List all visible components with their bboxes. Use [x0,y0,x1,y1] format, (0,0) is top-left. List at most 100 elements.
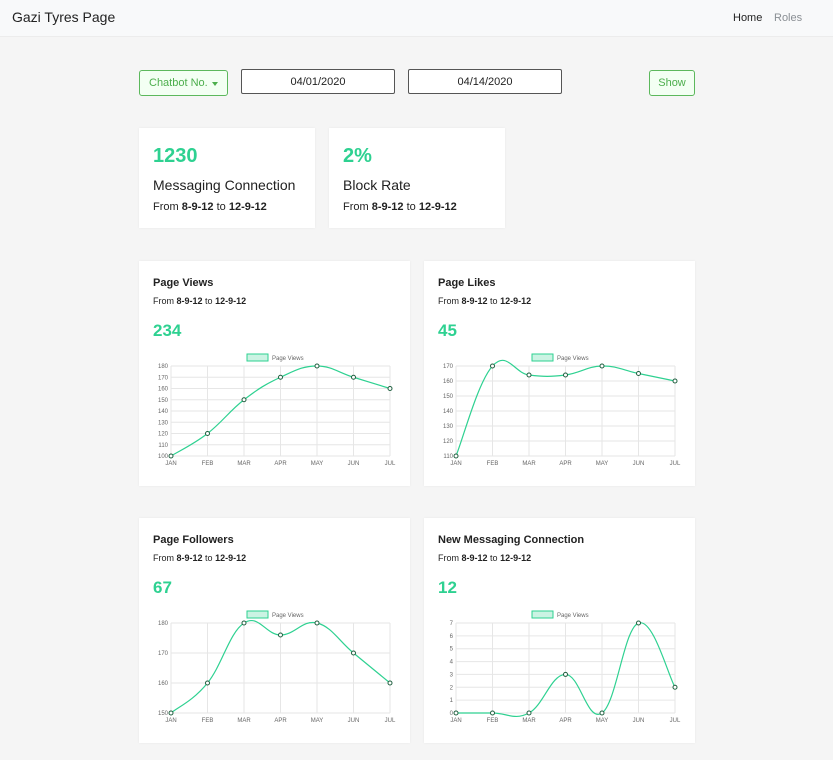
data-point [205,680,210,686]
y-tick-label: 3 [450,672,454,678]
legend-label: Page Views [272,356,304,362]
date-range-from: 8-9-12 [181,201,214,213]
data-point [387,680,393,686]
x-tick-label: MAY [596,461,609,467]
y-tick-label: 100 [158,454,169,460]
y-tick-label: 110 [443,454,453,460]
y-tick-label: 180 [158,621,169,627]
x-tick-label: MAR [522,461,536,467]
line-chart: Page Views 150 160 170 180 JAN FEB MAR APR MAY JUN… [158,610,396,724]
legend-label: Page Views [557,356,589,362]
x-tick-label: APR [274,718,287,724]
x-tick-label: JAN [450,718,461,724]
data-point [599,710,605,716]
data-point [526,372,532,378]
legend-swatch [531,610,554,619]
stat-card-block-rate: 2% Block Rate From 8-9-12 to 12-9-12 [329,128,505,228]
data-point [314,363,320,369]
data-point [453,710,459,716]
nav-home-link[interactable]: Home [733,12,762,24]
y-tick-label: 150 [443,394,454,400]
data-point [351,374,356,380]
y-tick-label: 170 [443,364,454,370]
x-tick-label: MAR [237,718,251,724]
show-button[interactable]: Show [649,70,695,96]
x-tick-label: MAR [237,461,251,467]
legend-swatch [246,353,269,362]
chatbot-dropdown[interactable]: Chatbot No. [139,70,228,96]
y-tick-label: 120 [443,439,454,445]
brand-title[interactable]: Gazi Tyres Page [12,9,115,25]
stat-value: 1230 [153,145,198,167]
data-point [636,620,641,626]
data-point [351,650,356,656]
data-point [563,671,568,677]
date-range-to-word: to [216,201,226,213]
y-tick-label: 6 [450,634,454,640]
data-point [563,372,568,378]
data-point [672,684,678,690]
x-tick-label: JAN [450,461,461,467]
legend-label: Page Views [557,613,589,619]
x-tick-label: APR [559,461,572,467]
date-range: From 8-9-12 to 12-9-12 [153,201,267,213]
chart-card-page-followers: Page Followers From 8-9-12 to 12-9-12 67… [139,518,410,743]
x-tick-label: JUL [670,461,681,467]
y-tick-label: 0 [450,711,454,717]
x-tick-label: JUN [633,461,645,467]
x-tick-label: FEB [202,718,214,724]
data-point [490,710,495,716]
chart-card-page-likes: Page Likes From 8-9-12 to 12-9-12 45 Pag… [424,261,695,486]
y-tick-label: 140 [158,409,169,415]
end-date-input[interactable] [408,69,562,94]
chart-card-new-messaging-connection: New Messaging Connection From 8-9-12 to … [424,518,695,743]
data-point [168,453,174,459]
data-point [241,620,247,626]
y-tick-label: 4 [450,660,454,666]
date-range: From 8-9-12 to 12-9-12 [343,201,457,213]
date-range-to-word: to [406,201,416,213]
x-tick-label: JAN [165,718,176,724]
stat-value: 2% [343,145,372,167]
data-point [387,386,393,391]
data-point [278,374,283,380]
line-chart: Page Views 0 1 2 3 4 5 6 7 JAN FEB MAR APR MAY JUN JUL [450,610,681,724]
caret-down-icon [212,82,218,86]
stat-label: Block Rate [343,177,411,193]
data-point [490,363,495,369]
navbar: Gazi Tyres Page Home Roles [0,0,833,37]
y-tick-label: 140 [443,409,454,415]
legend-label: Page Views [272,613,304,619]
y-tick-label: 120 [158,432,169,438]
x-tick-label: JUN [633,718,645,724]
y-tick-label: 7 [450,621,454,627]
date-range-from: 8-9-12 [371,201,404,213]
y-tick-label: 150 [158,711,169,717]
stat-label: Messaging Connection [153,177,296,193]
line-chart: Page Views 100 110 120 130 140 150 160 170 180 JAN… [158,353,396,467]
legend-swatch [246,610,269,619]
data-point [636,371,641,376]
data-point [453,453,459,459]
x-tick-label: JAN [165,461,176,467]
y-tick-label: 1 [450,698,454,704]
y-tick-label: 170 [158,651,169,657]
x-tick-label: JUL [385,718,396,724]
x-tick-label: JUL [670,718,681,724]
y-tick-label: 170 [158,375,169,381]
chart-card-page-views: Page Views From 8-9-12 to 12-9-12 234 Pa… [139,261,410,486]
data-point [205,431,210,436]
data-point [314,620,320,626]
y-tick-label: 130 [443,424,454,430]
y-tick-label: 130 [158,420,169,426]
y-tick-label: 160 [158,387,169,393]
nav-roles-link[interactable]: Roles [774,12,802,24]
data-point [278,632,283,638]
stat-card-messaging-connection: 1230 Messaging Connection From 8-9-12 to… [139,128,315,228]
y-tick-label: 150 [158,398,169,404]
y-tick-label: 110 [158,443,168,449]
start-date-input[interactable] [241,69,395,94]
data-point [526,710,532,716]
y-tick-label: 160 [158,681,169,687]
date-range-from-word: From [343,201,369,213]
